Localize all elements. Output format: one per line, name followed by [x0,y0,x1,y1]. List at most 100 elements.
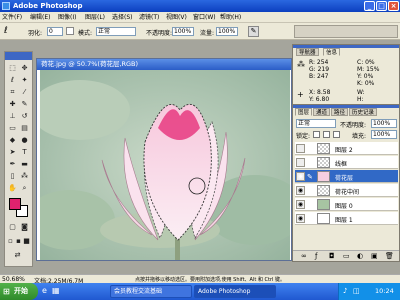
dodge-tool-icon[interactable]: ● [19,135,30,146]
info-m: M: 15% [357,66,380,73]
screen-mode-3-icon[interactable]: ■ [23,236,30,247]
screen-mode-2-icon[interactable]: ▪ [15,236,22,247]
fill-input[interactable]: 100% [371,130,397,139]
hand-tool-icon[interactable]: ✋ [7,183,18,194]
menu-help[interactable]: 帮助(H) [220,12,241,23]
tab-channels[interactable]: 通道 [313,108,331,116]
volume-icon[interactable]: ♪ [343,287,347,295]
tab-paths[interactable]: 路径 [331,108,349,116]
eye-icon[interactable]: ◉ [296,186,305,195]
magic-wand-icon[interactable]: ✦ [19,75,30,86]
menu-view[interactable]: 视图(V) [166,12,187,23]
maximize-button[interactable]: □ [376,1,387,11]
minimize-button[interactable]: _ [364,1,375,11]
tab-navigator[interactable]: 导航器 [296,48,319,56]
screen-mode-1-icon[interactable]: ▫ [7,236,14,247]
menu-filter[interactable]: 滤镜(T) [139,12,159,23]
layer-name: 荷花层 [335,175,354,182]
taskbar: 开始 ⊞ e ▦ 会员教程交流基础 Adobe Photoshop ♪ ◫ 10… [0,283,400,300]
close-button[interactable]: × [388,1,399,11]
blur-tool-icon[interactable]: ◆ [7,135,18,146]
layer-row[interactable]: ◉ 图层 1 [295,212,398,225]
flow-input[interactable]: 100% [216,27,238,36]
task-button-photoshop[interactable]: Adobe Photoshop [194,285,276,298]
trash-icon[interactable]: 🗑 [385,252,394,260]
menu-bar: 文件(F) 编辑(E) 图像(I) 图层(L) 选择(S) 滤镜(T) 视图(V… [0,12,400,23]
layer-mask-icon[interactable]: ◘ [329,252,335,260]
adjustment-layer-icon[interactable]: ◐ [357,252,363,260]
quicklaunch-ie-icon[interactable]: e [42,286,47,295]
history-brush-icon[interactable]: ↺ [19,111,30,122]
feather-input[interactable]: 0 [47,27,63,36]
lock-position-icon[interactable] [333,131,340,138]
airbrush-icon[interactable]: ✎ [248,26,259,37]
anti-alias-checkbox[interactable] [66,27,74,35]
toolbox-header [5,52,32,60]
jump-to-imageready-icon[interactable]: ⇄ [12,250,23,261]
new-layer-icon[interactable]: ▣ [371,252,378,260]
layer-row[interactable]: 图层 2 [295,142,398,155]
layer-name: 图层 1 [335,217,353,224]
mode-select[interactable]: 正常 [96,27,136,36]
zoom-level[interactable]: 50.68% [2,276,25,283]
layer-row[interactable]: ◉ 荷花中间 [295,184,398,197]
menu-select[interactable]: 选择(S) [112,12,133,23]
blend-mode-select[interactable]: 正常 [296,119,336,128]
eraser-tool-icon[interactable]: ▭ [7,123,18,134]
brush-tool-icon[interactable]: ✎ [19,99,30,110]
windows-logo-icon: ⊞ [3,287,10,296]
visibility-toggle[interactable] [296,144,305,153]
title-bar: Adobe Photoshop _ □ × [0,0,400,12]
notes-tool-icon[interactable]: ▯ [7,171,18,182]
lasso-tool-icon[interactable]: ℓ [4,26,14,36]
slice-tool-icon[interactable]: ⁄ [19,87,30,98]
palette-well[interactable] [294,25,398,38]
new-set-icon[interactable]: ▭ [343,252,350,260]
photoshop-app-icon [2,2,10,10]
opacity-input[interactable]: 100% [172,27,194,36]
visibility-toggle[interactable] [296,158,305,167]
menu-image[interactable]: 图像(I) [58,12,76,23]
layer-row-selected[interactable]: ◉ ✎ 荷花层 [295,170,398,183]
image-canvas[interactable] [40,70,290,260]
tab-info[interactable]: 信息 [323,48,341,56]
healing-brush-icon[interactable]: ✚ [7,99,18,110]
menu-file[interactable]: 文件(F) [2,12,22,23]
eyedropper-icon[interactable]: ⁂ [19,171,30,182]
lasso-icon[interactable]: ℓ [7,75,18,86]
info-y: Y: 0% [357,73,374,80]
lock-pixels-icon[interactable] [323,131,330,138]
eye-icon[interactable]: ◉ [296,172,305,181]
menu-edit[interactable]: 编辑(E) [30,12,50,23]
start-button[interactable]: 开始 ⊞ [0,283,38,300]
network-icon[interactable]: ◫ [353,287,360,295]
shape-tool-icon[interactable]: ▬ [19,159,30,170]
tab-layers[interactable]: 图层 [295,108,313,116]
zoom-tool-icon[interactable]: ⌕ [19,183,30,194]
marquee-tool-icon[interactable]: ⬚ [7,63,18,74]
eye-icon[interactable]: ◉ [296,200,305,209]
move-tool-icon[interactable]: ✥ [19,63,30,74]
quicklaunch-desktop-icon[interactable]: ▦ [52,286,60,295]
path-select-icon[interactable]: ➤ [7,147,18,158]
lock-transparency-icon[interactable] [313,131,320,138]
gradient-tool-icon[interactable]: ▤ [19,123,30,134]
type-tool-icon[interactable]: T [19,147,30,158]
layer-style-icon[interactable]: ƒ [315,252,317,260]
quickmask-mode-icon[interactable]: ◙ [19,222,30,233]
menu-window[interactable]: 窗口(W) [193,12,216,23]
pen-tool-icon[interactable]: ✒ [7,159,18,170]
eye-icon[interactable]: ◉ [296,214,305,223]
link-layers-icon[interactable]: ∞ [301,252,307,260]
foreground-color-swatch[interactable] [9,198,21,210]
layer-opacity-input[interactable]: 100% [371,119,397,128]
crop-tool-icon[interactable]: ⌗ [7,87,18,98]
clone-stamp-icon[interactable]: ⊥ [7,111,18,122]
menu-layer[interactable]: 图层(L) [85,12,105,23]
layer-row[interactable]: 线框 [295,156,398,169]
layer-row[interactable]: ◉ 图层 0 [295,198,398,211]
standard-mode-icon[interactable]: ▢ [7,222,18,233]
system-tray: ♪ ◫ 10:24 [338,283,400,300]
task-button-tutorial[interactable]: 会员教程交流基础 [110,285,192,298]
tab-history[interactable]: 历史记录 [349,108,378,116]
